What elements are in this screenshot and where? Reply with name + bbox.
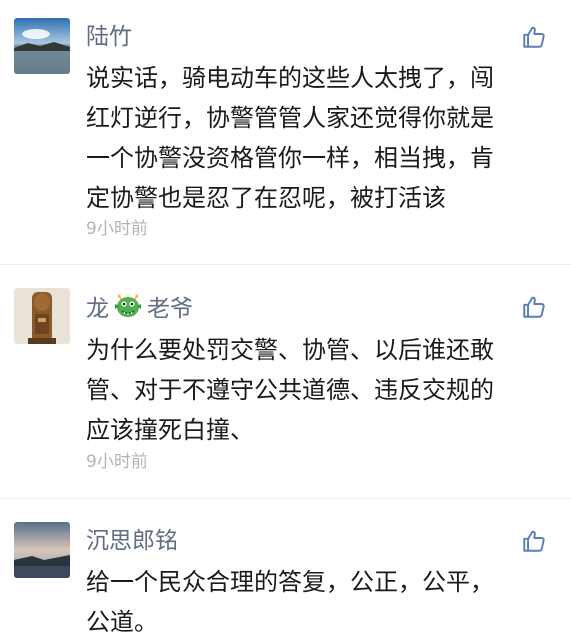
comment-text: 给一个民众合理的答复，公正，公平， 公道。 <box>86 568 494 636</box>
dragon-emoji-icon <box>113 292 143 328</box>
like-button[interactable] <box>521 24 547 50</box>
divider <box>0 264 571 265</box>
like-button[interactable] <box>521 528 547 554</box>
comment-username[interactable]: 龙 老爷 <box>86 292 193 328</box>
comment-username[interactable]: 陆竹 <box>86 22 132 52</box>
avatar[interactable] <box>14 522 70 578</box>
avatar[interactable] <box>14 18 70 74</box>
comment-timestamp: 9小时前 <box>86 219 148 239</box>
comment-timestamp: 9小时前 <box>86 452 148 472</box>
avatar[interactable] <box>14 288 70 344</box>
thumbs-up-icon <box>523 296 545 318</box>
thumbs-up-icon <box>523 530 545 552</box>
divider <box>0 498 571 499</box>
comment-username[interactable]: 沉思郎铭 <box>86 526 178 556</box>
comment-list: 陆竹 说实话，骑电动车的这些人太拽了，闯 红灯逆行，协警管管人家还觉得你就是 一… <box>0 0 571 640</box>
comment-text: 为什么要处罚交警、协管、以后谁还敢 管、对于不遵守公共道德、违反交规的 应该撞死… <box>86 336 494 444</box>
like-button[interactable] <box>521 294 547 320</box>
thumbs-up-icon <box>523 26 545 48</box>
comment-text: 说实话，骑电动车的这些人太拽了，闯 红灯逆行，协警管管人家还觉得你就是 一个协警… <box>86 64 494 212</box>
